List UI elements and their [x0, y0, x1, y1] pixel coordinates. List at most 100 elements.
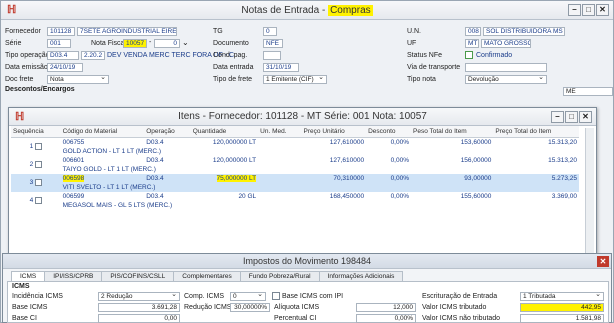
fornecedor-code-field[interactable]: 101128 — [47, 27, 75, 36]
extra-field[interactable]: ME — [563, 87, 613, 96]
label-serie: Série — [5, 40, 22, 47]
col-operacao[interactable]: Operação — [144, 126, 191, 138]
maximize-icon[interactable]: □ — [565, 111, 578, 123]
label-documento: Documento — [213, 40, 249, 47]
table-row-desc[interactable]: VITI SVELTO - LT 1 LT (MERC.) — [11, 183, 579, 192]
label-data-entrada: Data entrada — [213, 64, 254, 71]
aliquota-field[interactable]: 12,000 — [356, 303, 416, 312]
label-via-transporte: Via de transporte — [407, 64, 461, 71]
row-checkbox[interactable] — [35, 143, 43, 151]
data-entrada-field[interactable]: 31/10/19 — [263, 63, 299, 72]
label-tipo-operacao: Tipo operação — [5, 52, 50, 59]
row-seq: 4 — [11, 192, 61, 210]
tax-tabs: ICMS IPI/ISS/CPRB PIS/COFINS/CSLL Comple… — [11, 271, 404, 281]
maximize-icon[interactable]: □ — [582, 4, 595, 16]
table-row-desc[interactable]: GOLD ACTION - LT 1 LT (MERC.) — [11, 147, 579, 156]
uf-code-field[interactable]: MT — [465, 39, 479, 48]
via-transporte-field[interactable] — [465, 63, 547, 72]
col-sequencia[interactable]: Sequência — [11, 126, 61, 138]
row-desc: VITI SVELTO - LT 1 LT (MERC.) — [60, 183, 579, 192]
reducao-field[interactable]: 30,00000% — [230, 303, 270, 312]
row-desc: TAIYO GOLD - LT 1 LT (MERC.) — [62, 165, 156, 173]
serie-field[interactable]: 001 — [47, 39, 71, 48]
valor-icms-nao-tributado-field[interactable]: 1.581,98 — [520, 314, 604, 323]
table-row-desc[interactable]: MEGASOL MAIS - GL 5 LTS (MERC.) — [11, 201, 579, 210]
row-code: 006599 — [62, 193, 85, 200]
row-unit — [258, 156, 301, 165]
items-window-title: Itens - Fornecedor: 101128 - MT Série: 0… — [178, 111, 427, 122]
cond-pag-field[interactable] — [263, 51, 281, 60]
tab-fundo-pobreza[interactable]: Fundo Pobreza/Rural — [239, 271, 320, 281]
table-row[interactable]: 1 006755 D03.4 120,000000 LT 127,610000 … — [11, 138, 579, 151]
col-peso-total[interactable]: Peso Total do Item — [411, 126, 494, 138]
table-row[interactable]: 2 006601 D03.4 120,000000 LT 127,610000 … — [11, 156, 579, 169]
row-checkbox[interactable] — [35, 161, 43, 169]
row-op: D03.4 — [146, 193, 164, 200]
separator-dash: - — [149, 39, 152, 46]
icms-section-label: ICMS — [12, 283, 30, 290]
comp-icms-select[interactable]: 0 — [230, 292, 266, 301]
nota-fiscal-field[interactable]: 10057 — [123, 39, 147, 48]
close-icon[interactable]: ✕ — [597, 256, 609, 267]
col-codigo[interactable]: Código do Material — [60, 126, 145, 138]
minimize-icon[interactable]: – — [568, 4, 581, 16]
nota-fiscal-suffix-field[interactable]: 0 — [154, 39, 180, 48]
uf-name-field[interactable]: MATO GROSSO — [481, 39, 531, 48]
row-desc: MEGASOL MAIS - GL 5 LTS (MERC.) — [62, 201, 173, 209]
base-ci-field[interactable]: 0,00 — [98, 314, 180, 323]
incidencia-select[interactable]: 2 Redução — [98, 292, 180, 301]
escrituracao-select[interactable]: 1 Tributada — [520, 292, 604, 301]
un-code-field[interactable]: 008 — [465, 27, 481, 36]
row-weight: 155,60000 — [460, 193, 492, 200]
table-row-desc[interactable]: TAIYO GOLD - LT 1 LT (MERC.) — [11, 165, 579, 174]
row-op: D03.4 — [146, 157, 164, 164]
label-reducao: Redução ICMS — [184, 304, 232, 311]
tipo-frete-select[interactable]: 1 Emitente (CIF) — [263, 75, 327, 84]
documento-field[interactable]: NFE — [263, 39, 283, 48]
row-code-highlight: 006598 — [62, 175, 85, 182]
col-quantidade[interactable]: Quantidade — [190, 126, 259, 138]
fornecedor-name-field[interactable]: 7SETE AGROINDUSTRIAL EIRELI — [77, 27, 177, 36]
label-aliquota: Alíquota ICMS — [274, 304, 320, 311]
row-unit-price: 127,610000 — [329, 139, 365, 146]
tipo-op-sub-field[interactable]: 2.20.2 — [81, 51, 105, 60]
tax-icms-panel: ICMS Incidência ICMS 2 Redução Comp. ICM… — [7, 281, 609, 323]
tipo-op-code-field[interactable]: D03.4 — [47, 51, 79, 60]
col-un-med[interactable]: Un. Med. — [258, 126, 302, 138]
doc-frete-select[interactable]: Nota — [47, 75, 109, 84]
tab-complementares[interactable]: Complementares — [173, 271, 241, 281]
base-icms-ipi-checkbox[interactable] — [272, 292, 280, 300]
base-icms-field[interactable]: 3.691,28 — [98, 303, 180, 312]
percentual-ci-field[interactable]: 0,00% — [356, 314, 416, 323]
table-row-selected[interactable]: 3 006598 D03.4 75,000000 LT 70,310000 0,… — [11, 174, 579, 192]
tab-pis-cofins-csll[interactable]: PIS/COFINS/CSLL — [101, 271, 175, 281]
tab-ipi-iss-cprb[interactable]: IPI/ISS/CPRB — [44, 271, 103, 281]
row-checkbox[interactable] — [35, 197, 43, 205]
items-table: Sequência Código do Material Operação Qu… — [11, 126, 579, 210]
items-scrollbar[interactable] — [585, 128, 594, 258]
data-emissao-field[interactable]: 24/10/19 — [47, 63, 83, 72]
col-desconto[interactable]: Desconto — [366, 126, 411, 138]
items-titlebar: ℍ Itens - Fornecedor: 101128 - MT Série:… — [9, 108, 596, 126]
nota-dropdown-icon[interactable]: ⌄ — [182, 38, 189, 47]
row-qty-highlight: 75,000000 LT — [216, 175, 257, 182]
un-name-field[interactable]: SOL DISTRIBUIDORA MS — [483, 27, 565, 36]
label-valor-trib: Valor ICMS tributado — [422, 304, 487, 311]
row-checkbox[interactable] — [35, 179, 43, 187]
row-total: 15.313,20 — [548, 139, 577, 146]
valor-icms-tributado-field[interactable]: 442,95 — [520, 303, 604, 312]
row-discount: 0,00% — [390, 157, 409, 164]
status-nfe-checkbox[interactable] — [465, 51, 473, 59]
row-weight: 153,60000 — [460, 139, 492, 146]
tab-icms[interactable]: ICMS — [11, 271, 46, 281]
minimize-icon[interactable]: – — [551, 111, 564, 123]
tipo-nota-select[interactable]: Devolução — [465, 75, 547, 84]
close-icon[interactable]: ✕ — [579, 111, 592, 123]
items-window-controls: – □ ✕ — [551, 111, 592, 123]
table-row[interactable]: 4 006599 D03.4 20 GL 168,450000 0,00% 15… — [11, 192, 579, 205]
tab-info-adicionais[interactable]: Informações Adicionais — [318, 271, 404, 281]
col-preco-total[interactable]: Preço Total do Item — [493, 126, 579, 138]
close-icon[interactable]: ✕ — [596, 4, 609, 16]
col-preco-unitario[interactable]: Preço Unitário — [301, 126, 367, 138]
tg-field[interactable]: 0 — [263, 27, 277, 36]
